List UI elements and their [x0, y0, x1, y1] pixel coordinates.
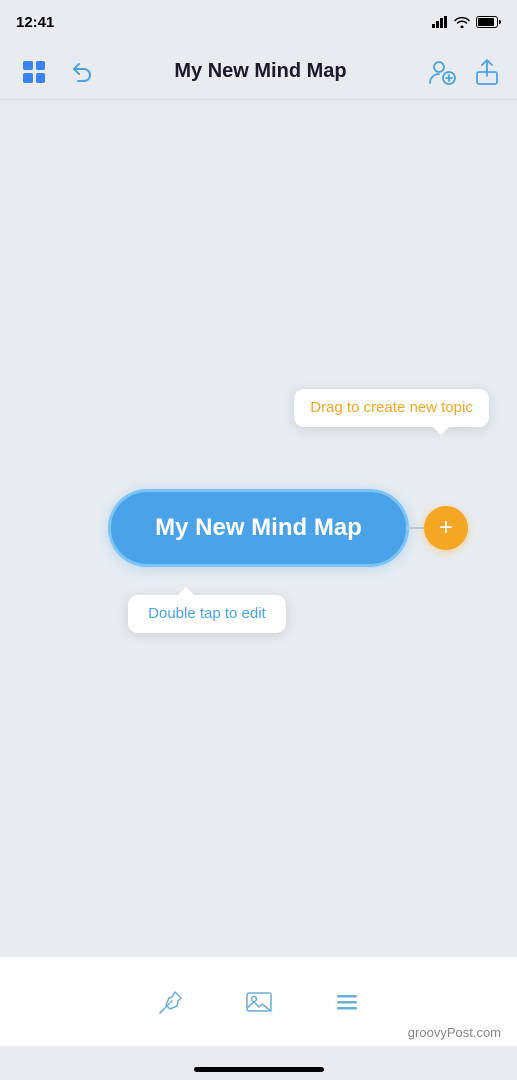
share-button[interactable] — [473, 58, 501, 86]
mind-map-container: Drag to create new topic My New Mind Map… — [108, 489, 409, 567]
image-icon — [245, 988, 273, 1016]
grid-icon — [23, 61, 45, 83]
drag-tooltip-text: Drag to create new topic — [310, 399, 473, 416]
grid-icon-button[interactable] — [16, 54, 52, 90]
undo-button[interactable] — [68, 58, 96, 86]
grid-cell-2 — [36, 61, 46, 71]
menu-tool-button[interactable] — [327, 982, 367, 1022]
page-title: My New Mind Map — [96, 60, 425, 83]
menu-lines-icon — [333, 988, 361, 1016]
nav-left — [16, 54, 96, 90]
status-time: 12:41 — [16, 14, 54, 31]
image-tool-button[interactable] — [239, 982, 279, 1022]
center-node[interactable]: My New Mind Map + — [108, 489, 409, 567]
grid-cell-1 — [23, 61, 33, 71]
add-topic-button[interactable]: + — [424, 506, 468, 550]
pin-tool-button[interactable] — [151, 982, 191, 1022]
watermark: groovyPost.com — [408, 1025, 501, 1040]
canvas-area: Drag to create new topic My New Mind Map… — [0, 100, 517, 956]
pin-icon — [157, 988, 185, 1016]
center-node-text: My New Mind Map — [155, 514, 362, 541]
add-person-icon — [425, 56, 457, 88]
share-icon — [473, 58, 501, 86]
edit-tooltip: Double tap to edit — [128, 595, 286, 633]
drag-tooltip: Drag to create new topic — [294, 389, 489, 427]
add-person-button[interactable] — [425, 56, 457, 88]
nav-right — [425, 56, 501, 88]
wifi-icon — [454, 16, 470, 28]
grid-cell-3 — [23, 73, 33, 83]
grid-cell-4 — [36, 73, 46, 83]
nav-bar: My New Mind Map — [0, 44, 517, 100]
signal-icon — [432, 16, 448, 28]
battery-icon — [476, 16, 501, 28]
edit-tooltip-text: Double tap to edit — [148, 605, 266, 622]
undo-icon — [70, 60, 94, 84]
home-indicator — [194, 1067, 324, 1072]
status-bar: 12:41 — [0, 0, 517, 44]
status-icons — [432, 16, 501, 28]
plus-icon: + — [439, 516, 453, 540]
